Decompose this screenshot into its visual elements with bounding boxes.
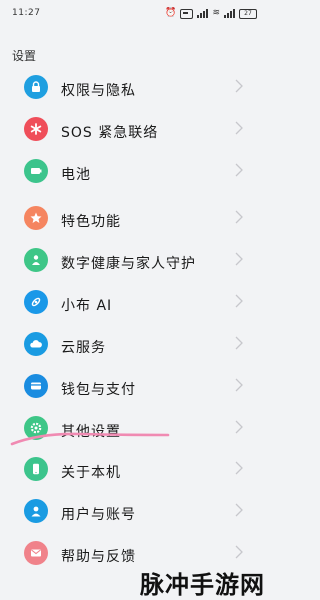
chevron-right-icon bbox=[235, 378, 243, 392]
nfc-icon bbox=[180, 8, 194, 19]
lock-icon bbox=[24, 75, 48, 99]
highlight-underline bbox=[10, 432, 170, 446]
chevron-right-icon bbox=[235, 163, 243, 177]
chevron-right-icon bbox=[235, 121, 243, 135]
settings-item-label: SOS 紧急联络 bbox=[61, 125, 159, 141]
settings-item-privacy[interactable]: 权限与隐私 bbox=[0, 68, 271, 110]
signal-2-icon bbox=[224, 9, 235, 18]
chevron-right-icon bbox=[235, 252, 243, 266]
settings-item-label: 帮助与反馈 bbox=[61, 549, 136, 565]
chevron-right-icon bbox=[235, 79, 243, 93]
settings-item-digital-wellbeing[interactable]: 数字健康与家人守护 bbox=[0, 241, 271, 283]
watermark: 脉冲手游网 bbox=[140, 571, 265, 599]
settings-item-wallet[interactable]: 钱包与支付 bbox=[0, 367, 271, 409]
settings-item-xiaobu-ai[interactable]: 小布 AI bbox=[0, 283, 271, 325]
alarm-icon: ⏰ bbox=[165, 8, 177, 18]
chevron-right-icon bbox=[235, 210, 243, 224]
settings-item-label: 特色功能 bbox=[61, 214, 121, 230]
settings-item-label: 权限与隐私 bbox=[61, 83, 136, 99]
star-icon bbox=[24, 206, 48, 230]
battery-icon bbox=[24, 159, 48, 183]
status-bar: 11:27 ⏰ ≋ 27 bbox=[0, 0, 271, 30]
status-icons: ⏰ ≋ 27 bbox=[165, 8, 257, 19]
settings-item-label: 钱包与支付 bbox=[61, 382, 136, 398]
settings-item-label: 云服务 bbox=[61, 340, 106, 356]
settings-item-label: 小布 AI bbox=[61, 298, 113, 314]
settings-item-users-accounts[interactable]: 用户与账号 bbox=[0, 492, 271, 534]
chevron-right-icon bbox=[235, 503, 243, 517]
chevron-right-icon bbox=[235, 294, 243, 308]
page-title: 设置 bbox=[12, 49, 37, 63]
chevron-right-icon bbox=[235, 545, 243, 559]
mail-icon bbox=[24, 541, 48, 565]
settings-item-sos[interactable]: SOS 紧急联络 bbox=[0, 110, 271, 152]
settings-group-1: 权限与隐私 SOS 紧急联络 电池 bbox=[0, 68, 271, 194]
settings-item-label: 数字健康与家人守护 bbox=[61, 256, 196, 272]
settings-item-label: 用户与账号 bbox=[61, 507, 136, 523]
settings-item-features[interactable]: 特色功能 bbox=[0, 199, 271, 241]
chevron-right-icon bbox=[235, 461, 243, 475]
chevron-right-icon bbox=[235, 336, 243, 350]
status-time: 11:27 bbox=[12, 8, 41, 18]
phone-icon bbox=[24, 457, 48, 481]
settings-group-2: 特色功能 数字健康与家人守护 小布 AI 云服务 钱包与支付 其他设置 bbox=[0, 199, 271, 451]
settings-item-battery[interactable]: 电池 bbox=[0, 152, 271, 194]
settings-item-label: 电池 bbox=[61, 167, 91, 183]
settings-item-label: 关于本机 bbox=[61, 465, 121, 481]
settings-group-3: 关于本机 用户与账号 帮助与反馈 bbox=[0, 450, 271, 576]
chevron-right-icon bbox=[235, 420, 243, 434]
battery-status-icon: 27 bbox=[239, 8, 257, 19]
settings-item-cloud[interactable]: 云服务 bbox=[0, 325, 271, 367]
user-icon bbox=[24, 499, 48, 523]
settings-item-about-phone[interactable]: 关于本机 bbox=[0, 450, 271, 492]
asterisk-icon bbox=[24, 117, 48, 141]
wifi-icon: ≋ bbox=[212, 8, 220, 18]
wallet-icon bbox=[24, 374, 48, 398]
cloud-icon bbox=[24, 332, 48, 356]
signal-icon bbox=[197, 9, 209, 18]
person-heart-icon bbox=[24, 248, 48, 272]
assistant-icon bbox=[24, 290, 48, 314]
